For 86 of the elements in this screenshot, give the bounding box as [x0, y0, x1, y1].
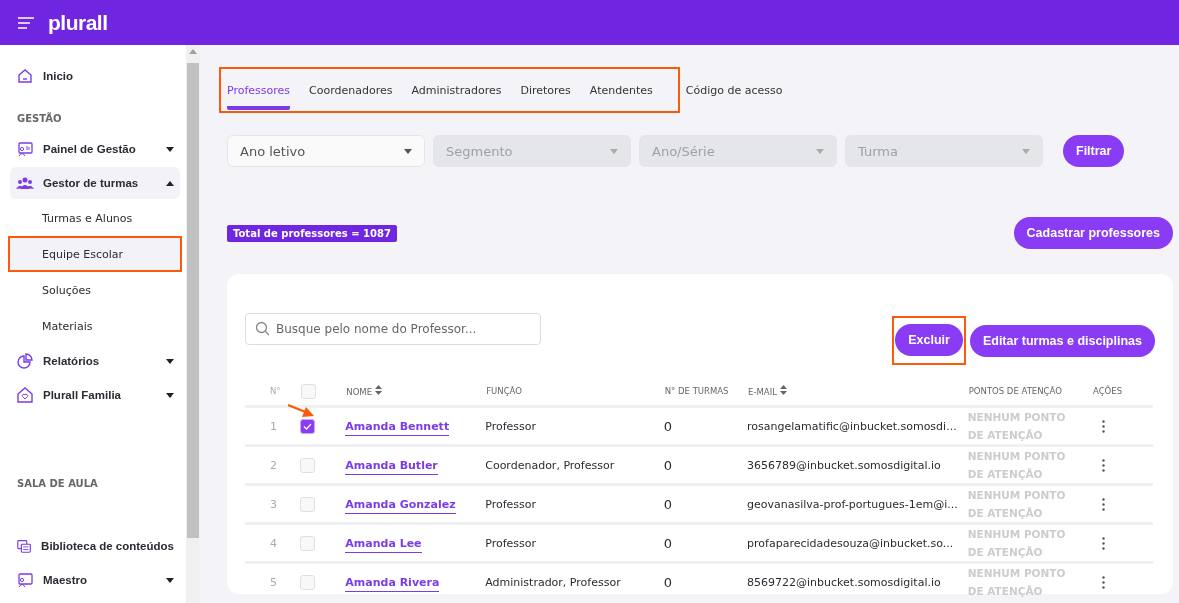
filter-button[interactable]: Filtrar: [1063, 135, 1125, 167]
nav-icon: [16, 386, 34, 404]
search-field[interactable]: Busque pelo nome do Professor...: [245, 312, 541, 345]
sidebar-item[interactable]: Inicio: [10, 60, 180, 92]
sidebar-subitem[interactable]: Soluções: [8, 272, 182, 308]
caret-icon: [610, 148, 618, 154]
column-header: N° DE TURMAS: [664, 386, 729, 396]
checkbox[interactable]: [300, 574, 316, 590]
sidebar-subitem[interactable]: Materiais: [8, 308, 182, 344]
tab[interactable]: Diretores: [520, 74, 571, 110]
total-badge: Total de professores = 1087: [227, 224, 397, 242]
more-icon[interactable]: [1102, 458, 1105, 472]
sort-icon[interactable]: [374, 385, 382, 395]
table-cell: 0: [663, 406, 748, 446]
table-cell: profaparecidadesouza@inbucket.so...: [747, 523, 968, 563]
sidebar-item[interactable]: Biblioteca de conteúdos: [10, 530, 180, 562]
teacher-name-link[interactable]: Amanda Bennett: [345, 419, 450, 436]
caret-icon: [166, 146, 174, 152]
nav-icon: [16, 352, 34, 370]
column-header[interactable]: E-MAIL: [748, 387, 777, 397]
search-icon: [255, 321, 270, 336]
table-cell: rosangelamatific@inbucket.somosdi...: [747, 406, 968, 446]
section-heading: SALA DE AULA: [16, 477, 99, 491]
tab[interactable]: Coordenadores: [309, 74, 393, 110]
caret-icon: [166, 577, 174, 583]
sidebar-item[interactable]: Maestro: [10, 564, 180, 596]
checkbox[interactable]: [300, 535, 316, 551]
scrollbar[interactable]: [186, 45, 200, 603]
table-cell: 8569722@inbucket.somosdigital.io: [747, 562, 968, 600]
sidebar-item[interactable]: Gestor de turmas: [10, 167, 180, 199]
logo: plurall: [48, 10, 108, 35]
nav-icon: [16, 537, 33, 555]
caret-icon: [166, 392, 174, 398]
tab[interactable]: Código de acesso: [685, 74, 783, 110]
more-icon[interactable]: [1102, 497, 1105, 511]
check-icon: [303, 422, 313, 430]
checkbox[interactable]: [300, 496, 316, 512]
table-cell: Coordenador, Professor: [485, 445, 664, 485]
caret-icon: [816, 148, 824, 154]
table-cell: 0: [663, 445, 748, 485]
teacher-name-link[interactable]: Amanda Butler: [345, 458, 438, 475]
sidebar-item[interactable]: Painel de Gestão: [10, 133, 180, 165]
more-icon[interactable]: [1102, 536, 1105, 550]
section-heading: GESTÃO: [16, 111, 63, 126]
menu-icon[interactable]: [18, 16, 34, 29]
nav-icon: [16, 67, 34, 85]
table-cell: 0: [663, 484, 748, 524]
column-header: FUNÇÃO: [486, 386, 522, 396]
tab[interactable]: Professores: [227, 74, 291, 110]
column-header: AÇÕES: [1093, 386, 1123, 396]
caret-icon: [1022, 148, 1030, 154]
table-cell: 0: [663, 523, 748, 563]
sidebar-item[interactable]: Relatórios: [10, 345, 180, 377]
caret-icon: [404, 148, 412, 154]
table-cell: Professor: [485, 484, 664, 524]
table-cell: Professor: [485, 406, 664, 446]
caret-icon: [166, 180, 174, 186]
column-header: PONTOS DE ATENÇÃO: [968, 386, 1062, 396]
checkbox[interactable]: [301, 383, 317, 399]
column-header: N°: [245, 377, 301, 407]
dropdown[interactable]: Ano letivo: [227, 135, 425, 167]
sidebar-item[interactable]: Plurall Familia: [10, 379, 180, 411]
checkbox[interactable]: [300, 418, 316, 434]
more-icon[interactable]: [1102, 419, 1105, 433]
sidebar-subitem[interactable]: Equipe Escolar: [8, 236, 182, 272]
teacher-name-link[interactable]: Amanda Lee: [345, 536, 422, 553]
column-header[interactable]: NOME: [346, 387, 373, 397]
caret-icon: [166, 358, 174, 364]
checkbox[interactable]: [300, 457, 316, 473]
action-button[interactable]: Editar turmas e disciplinas: [969, 324, 1155, 357]
table-cell: 3656789@inbucket.somosdigital.io: [747, 445, 968, 485]
tab[interactable]: Administradores: [411, 74, 502, 110]
sidebar-subitem[interactable]: Turmas e Alunos: [8, 200, 182, 236]
teacher-name-link[interactable]: Amanda Gonzalez: [345, 497, 456, 514]
table-cell: Administrador, Professor: [485, 562, 664, 600]
register-button[interactable]: Cadastrar professores: [1013, 217, 1173, 249]
nav-icon: [16, 140, 34, 158]
tab[interactable]: Atendentes: [589, 74, 653, 110]
more-icon[interactable]: [1102, 575, 1105, 589]
nav-icon: [16, 571, 34, 589]
table-cell: 0: [663, 562, 748, 600]
sort-icon[interactable]: [779, 385, 787, 395]
table-cell: Professor: [485, 523, 664, 563]
table-cell: geovanasilva-prof-portugues-1em@i...: [747, 484, 968, 524]
action-button[interactable]: Excluir: [895, 324, 963, 356]
teacher-name-link[interactable]: Amanda Rivera: [345, 575, 440, 592]
